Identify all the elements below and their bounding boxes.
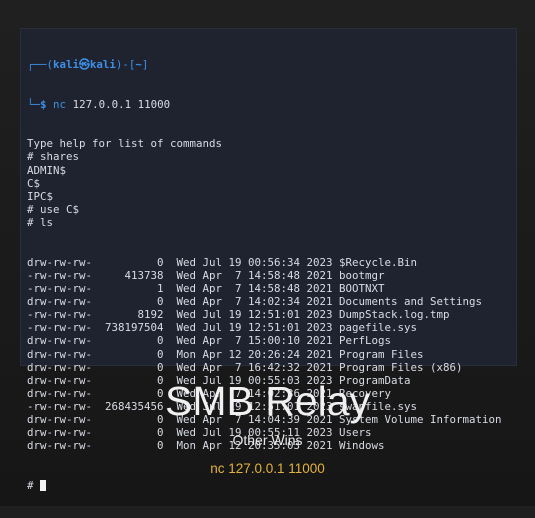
- listing-date: Wed Apr 7 16:42:32 2021: [163, 360, 340, 374]
- listing-name: $Recycle.Bin: [339, 255, 418, 269]
- prompt-at: ㉿: [79, 58, 90, 72]
- slide-title: SMB Relay: [164, 378, 371, 424]
- listing-row: drw-rw-rw- 0 Wed Apr 7 15:00:10 2021 Per…: [27, 334, 502, 347]
- listing-size: 0: [92, 360, 164, 374]
- listing-name: Program Files: [339, 347, 424, 361]
- listing-date: Wed Apr 7 15:00:10 2021: [163, 334, 340, 348]
- listing-size: 738197504: [92, 321, 164, 335]
- command-line: └─$ nc 127.0.0.1 11000: [27, 97, 171, 111]
- terminal-window[interactable]: ┌──(kali㉿kali)-[~] └─$ nc 127.0.0.1 1100…: [20, 28, 517, 492]
- listing-date: Wed Jul 19 12:51:01 2023: [163, 308, 340, 322]
- listing-name: pagefile.sys: [339, 321, 418, 335]
- listing-row: drw-rw-rw- 0 Wed Apr 7 16:42:32 2021 Pro…: [27, 361, 502, 374]
- prompt-line: ┌──(kali㉿kali)-[~]: [27, 58, 149, 72]
- listing-size: 0: [92, 334, 164, 348]
- listing-perm: -rw-rw-rw-: [27, 321, 93, 335]
- listing-date: Wed Apr 7 14:58:48 2021: [163, 281, 340, 295]
- listing-name: BOOTNXT: [339, 281, 385, 295]
- final-prompt-line: #: [27, 479, 502, 492]
- output-line: IPC$: [27, 189, 54, 203]
- listing-row: drw-rw-rw- 0 Mon Apr 12 20:26:24 2021 Pr…: [27, 348, 502, 361]
- listing-row: drw-rw-rw- 0 Wed Jul 19 00:56:34 2023 $R…: [27, 256, 502, 269]
- listing-row: -rw-rw-rw- 8192 Wed Jul 19 12:51:01 2023…: [27, 308, 502, 321]
- listing-perm: drw-rw-rw-: [27, 294, 93, 308]
- final-prompt: #: [27, 478, 34, 492]
- listing-perm: drw-rw-rw-: [27, 347, 93, 361]
- output-line: ADMIN$: [27, 163, 67, 177]
- listing-size: 0: [92, 347, 164, 361]
- listing-name: DumpStack.log.tmp: [339, 308, 450, 322]
- listing-row: -rw-rw-rw- 1 Wed Apr 7 14:58:48 2021 BOO…: [27, 282, 502, 295]
- cursor: [39, 479, 46, 491]
- listing-row: drw-rw-rw- 0 Wed Apr 7 14:02:34 2021 Doc…: [27, 295, 502, 308]
- listing-perm: drw-rw-rw-: [27, 334, 93, 348]
- listing-name: PerfLogs: [339, 334, 392, 348]
- listing-date: Wed Apr 7 14:58:48 2021: [163, 268, 340, 282]
- output-line: # shares: [27, 150, 80, 164]
- output-line: # ls: [27, 216, 54, 230]
- prompt-host: kali: [89, 58, 116, 72]
- output-line: # use C$: [27, 202, 80, 216]
- listing-name: Documents and Settings: [339, 294, 483, 308]
- listing-perm: -rw-rw-rw-: [27, 268, 93, 282]
- listing-row: -rw-rw-rw- 413738 Wed Apr 7 14:58:48 202…: [27, 269, 502, 282]
- slide-command: nc 127.0.0.1 11000: [210, 461, 325, 476]
- listing-size: 8192: [92, 308, 164, 322]
- command-text: 127.0.0.1 11000: [72, 97, 171, 111]
- listing-row: -rw-rw-rw- 738197504 Wed Jul 19 12:51:01…: [27, 321, 502, 334]
- listing-perm: drw-rw-rw-: [27, 255, 93, 269]
- listing-size: 0: [92, 294, 164, 308]
- listing-perm: drw-rw-rw-: [27, 360, 93, 374]
- listing-name: Program Files (x86): [339, 360, 463, 374]
- listing-size: 1: [92, 281, 164, 295]
- listing-date: Mon Apr 12 20:26:24 2021: [163, 347, 340, 361]
- listing-date: Wed Apr 7 14:02:34 2021: [163, 294, 340, 308]
- output-line: Type help for list of commands: [27, 137, 223, 151]
- output-line: C$: [27, 176, 41, 190]
- prompt-user: kali: [53, 58, 80, 72]
- listing-date: Wed Jul 19 12:51:01 2023: [163, 321, 340, 335]
- listing-size: 0: [92, 255, 164, 269]
- listing-size: 413738: [92, 268, 164, 282]
- listing-perm: -rw-rw-rw-: [27, 281, 93, 295]
- listing-date: Wed Jul 19 00:56:34 2023: [163, 255, 340, 269]
- listing-name: bootmgr: [339, 268, 385, 282]
- slide-subtitle: Other Wins: [232, 432, 303, 448]
- listing-perm: -rw-rw-rw-: [27, 308, 93, 322]
